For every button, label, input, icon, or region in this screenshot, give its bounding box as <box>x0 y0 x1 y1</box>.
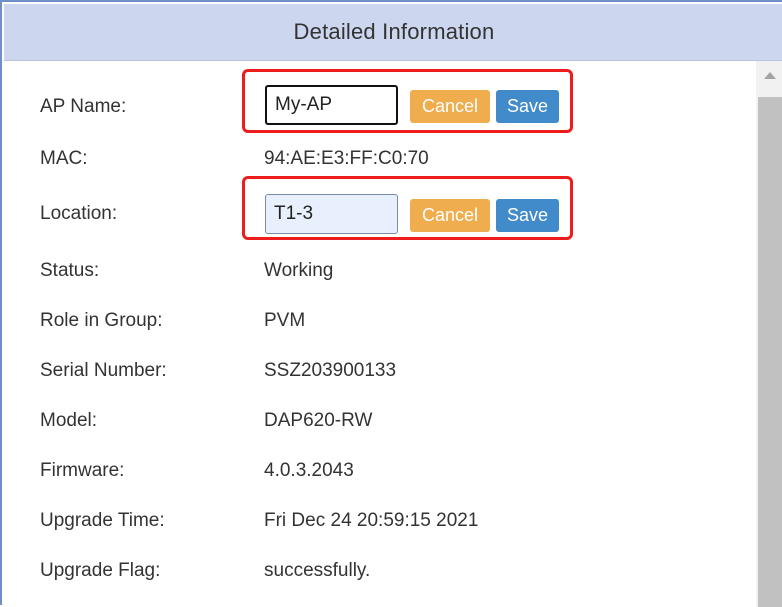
location-input[interactable] <box>265 194 398 234</box>
scrollbar-thumb[interactable] <box>758 97 782 607</box>
model-label: Model: <box>40 410 98 431</box>
detailed-information-panel: Detailed Information AP Name: Cancel Sav… <box>0 0 782 607</box>
mac-value: 94:AE:E3:FF:C0:70 <box>264 148 429 169</box>
serial-number-value: SSZ203900133 <box>264 360 397 381</box>
ap-name-input[interactable] <box>265 85 398 125</box>
location-cancel-button[interactable]: Cancel <box>410 199 490 232</box>
location-label: Location: <box>40 203 118 224</box>
row-upgrade-flag: Upgrade Flag: successfully. <box>4 552 756 592</box>
upgrade-time-label: Upgrade Time: <box>40 510 165 531</box>
role-in-group-value: PVM <box>264 310 306 331</box>
model-value: DAP620-RW <box>264 410 373 431</box>
upgrade-flag-value: successfully. <box>264 560 371 581</box>
status-label: Status: <box>40 260 100 281</box>
row-model: Model: DAP620-RW <box>4 402 756 442</box>
vertical-scrollbar[interactable] <box>756 61 782 607</box>
role-in-group-label: Role in Group: <box>40 310 163 331</box>
row-role-in-group: Role in Group: PVM <box>4 302 756 342</box>
location-save-button[interactable]: Save <box>496 199 559 232</box>
panel-title: Detailed Information <box>293 19 495 44</box>
serial-number-label: Serial Number: <box>40 360 167 381</box>
upgrade-time-value: Fri Dec 24 20:59:15 2021 <box>264 510 479 531</box>
row-status: Status: Working <box>4 252 756 292</box>
upgrade-flag-label: Upgrade Flag: <box>40 560 161 581</box>
info-content: AP Name: Cancel Save MAC: 94:AE:E3:FF:C0… <box>4 61 756 607</box>
row-serial-number: Serial Number: SSZ203900133 <box>4 352 756 392</box>
firmware-value: 4.0.3.2043 <box>264 460 354 481</box>
status-value: Working <box>264 260 334 281</box>
ap-name-save-button[interactable]: Save <box>496 90 559 123</box>
row-upgrade-time: Upgrade Time: Fri Dec 24 20:59:15 2021 <box>4 502 756 542</box>
mac-label: MAC: <box>40 148 88 169</box>
row-firmware: Firmware: 4.0.3.2043 <box>4 452 756 492</box>
ap-name-cancel-button[interactable]: Cancel <box>410 90 490 123</box>
firmware-label: Firmware: <box>40 460 125 481</box>
triangle-up-icon <box>764 71 776 79</box>
panel-header: Detailed Information <box>4 4 782 61</box>
scroll-up-button[interactable] <box>756 61 782 89</box>
ap-name-label: AP Name: <box>40 96 127 117</box>
